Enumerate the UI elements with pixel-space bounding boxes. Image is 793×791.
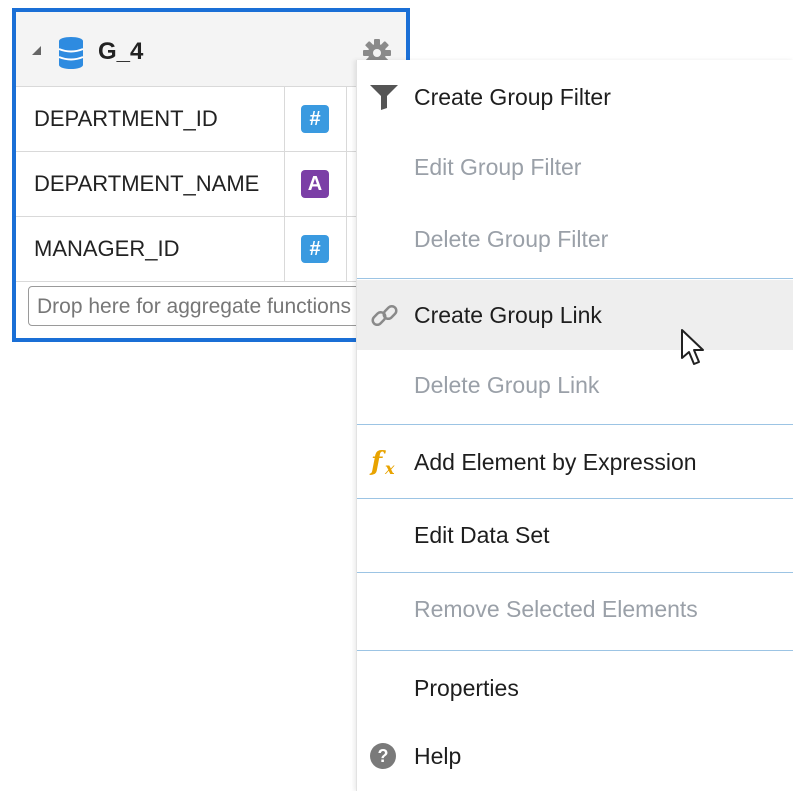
mouse-pointer-icon <box>681 329 704 365</box>
group-title: G_4 <box>98 38 144 65</box>
link-icon <box>371 304 398 327</box>
menu-item-edit-group-filter[interactable]: Edit Group Filter <box>357 130 793 200</box>
group-header[interactable]: G_4 <box>16 12 406 87</box>
menu-item-edit-data-set[interactable]: Edit Data Set <box>357 500 793 570</box>
menu-divider <box>357 498 793 499</box>
aggregate-drop-field[interactable]: Drop here for aggregate functions <box>28 286 368 326</box>
menu-item-remove-selected-elements[interactable]: Remove Selected Elements <box>357 574 793 648</box>
number-type-icon: # <box>301 235 329 263</box>
menu-item-add-element-by-expression[interactable]: f x Add Element by Expression <box>357 426 793 496</box>
menu-item-create-group-filter[interactable]: Create Group Filter <box>357 60 793 130</box>
menu-item-properties[interactable]: Properties <box>357 652 793 720</box>
number-type-icon: # <box>301 105 329 133</box>
column-divider <box>346 152 347 216</box>
menu-item-label: Remove Selected Elements <box>414 596 698 622</box>
svg-text:?: ? <box>378 746 389 766</box>
menu-item-delete-group-filter[interactable]: Delete Group Filter <box>357 202 793 276</box>
context-menu: Create Group Filter Edit Group Filter De… <box>356 60 793 791</box>
menu-item-label: Delete Group Link <box>414 372 600 398</box>
column-divider <box>284 217 285 281</box>
svg-text:x: x <box>384 459 395 478</box>
menu-item-label: Edit Data Set <box>414 522 550 548</box>
text-type-icon: A <box>301 170 329 198</box>
column-divider <box>284 87 285 151</box>
menu-item-label: Create Group Filter <box>414 84 611 110</box>
field-row-department-name[interactable]: DEPARTMENT_NAME A <box>16 152 406 217</box>
column-divider <box>346 217 347 281</box>
menu-divider <box>357 572 793 573</box>
field-name: DEPARTMENT_NAME <box>34 171 260 196</box>
field-name: MANAGER_ID <box>34 236 180 261</box>
menu-divider <box>357 278 793 279</box>
column-divider <box>346 87 347 151</box>
collapse-triangle-icon[interactable] <box>32 46 41 55</box>
field-row-manager-id[interactable]: MANAGER_ID # <box>16 217 406 282</box>
column-divider <box>284 152 285 216</box>
menu-item-delete-group-link[interactable]: Delete Group Link <box>357 352 793 422</box>
menu-item-label: Properties <box>414 675 519 701</box>
menu-item-label: Delete Group Filter <box>414 226 609 252</box>
menu-item-label: Create Group Link <box>414 302 602 328</box>
menu-item-label: Edit Group Filter <box>414 154 582 180</box>
data-group-panel[interactable]: G_4 DEPARTMENT_ID # DEPARTMENT_NAME A MA… <box>12 8 410 342</box>
database-icon <box>58 37 84 69</box>
field-row-department-id[interactable]: DEPARTMENT_ID # <box>16 87 406 152</box>
menu-divider <box>357 650 793 651</box>
menu-item-create-group-link[interactable]: Create Group Link <box>357 280 793 350</box>
filter-icon <box>370 85 398 110</box>
menu-divider <box>357 424 793 425</box>
svg-text:f: f <box>369 447 386 477</box>
field-name: DEPARTMENT_ID <box>34 106 218 131</box>
function-icon: f x <box>369 447 395 478</box>
menu-item-label: Help <box>414 743 462 769</box>
help-icon: ? <box>370 743 396 769</box>
menu-item-label: Add Element by Expression <box>414 449 697 475</box>
menu-item-help[interactable]: ? Help <box>357 720 793 790</box>
